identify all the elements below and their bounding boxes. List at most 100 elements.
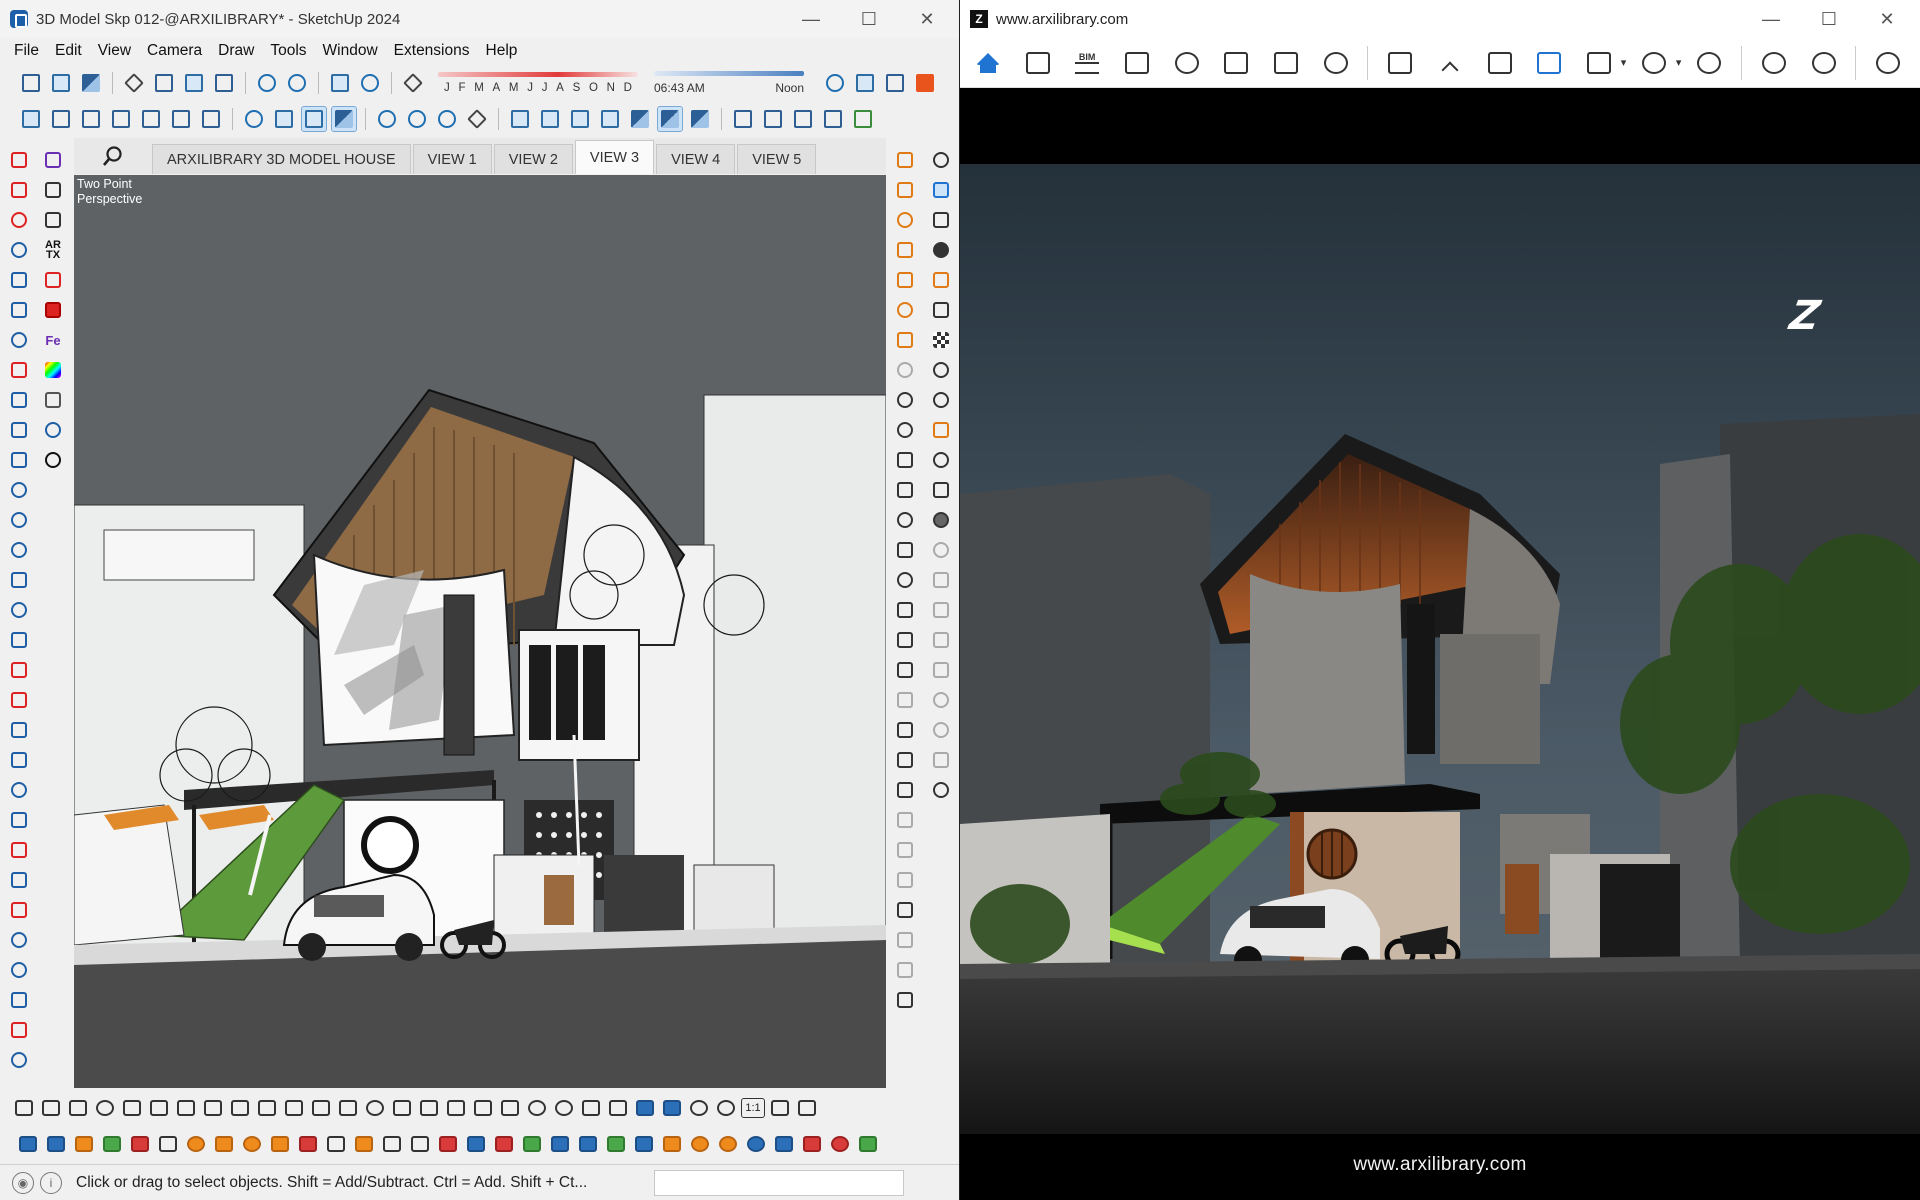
bottom-view-icon[interactable] bbox=[198, 106, 224, 132]
browser-maximize-button[interactable]: ☐ bbox=[1806, 0, 1852, 38]
color-picker-icon[interactable] bbox=[42, 358, 64, 382]
plant-icon[interactable] bbox=[228, 1096, 252, 1120]
star-move-icon[interactable] bbox=[772, 1132, 796, 1156]
leaf-dropdown-icon[interactable]: ▾ bbox=[1676, 56, 1682, 69]
back-view-icon[interactable] bbox=[138, 106, 164, 132]
list-icon[interactable] bbox=[296, 1132, 320, 1156]
scale-icon[interactable] bbox=[8, 268, 30, 292]
style-c-icon[interactable] bbox=[687, 106, 713, 132]
shadow-time-slider[interactable]: 06:43 AM Noon bbox=[654, 71, 804, 95]
x-blue-icon[interactable] bbox=[548, 1132, 572, 1156]
cloud-upload-icon[interactable] bbox=[930, 358, 952, 382]
browser-close-button[interactable]: ✕ bbox=[1864, 0, 1910, 38]
asset-editor-icon[interactable] bbox=[930, 148, 952, 172]
geo-location-icon[interactable]: ◉ bbox=[12, 1171, 34, 1194]
undo-red-icon[interactable] bbox=[828, 1132, 852, 1156]
section-box-icon[interactable] bbox=[1581, 45, 1617, 81]
vray-logo-icon[interactable] bbox=[894, 388, 916, 412]
flask-icon[interactable] bbox=[42, 418, 64, 442]
column-icon[interactable] bbox=[444, 1096, 468, 1120]
shaded-textures-icon[interactable] bbox=[567, 106, 593, 132]
red-plane-icon[interactable] bbox=[128, 1132, 152, 1156]
pie-icon[interactable] bbox=[8, 628, 30, 652]
dropdown-chevron-icon[interactable] bbox=[882, 70, 908, 96]
wave-icon[interactable] bbox=[39, 1096, 63, 1120]
gear-settings-icon[interactable] bbox=[930, 388, 952, 412]
outer-shell-icon[interactable] bbox=[8, 718, 30, 742]
scene-tab-view-2[interactable]: VIEW 2 bbox=[493, 144, 573, 174]
menu-draw[interactable]: Draw bbox=[210, 42, 262, 60]
scene-search-icon[interactable] bbox=[74, 138, 152, 174]
layers-icon[interactable] bbox=[930, 568, 952, 592]
floppy-save-as-icon[interactable] bbox=[660, 1096, 684, 1120]
sphere-grid-icon[interactable] bbox=[930, 688, 952, 712]
material-icon[interactable] bbox=[894, 418, 916, 442]
circle-icon[interactable] bbox=[8, 478, 30, 502]
building-icon[interactable] bbox=[1218, 45, 1254, 81]
shaded-icon[interactable] bbox=[537, 106, 563, 132]
account-icon[interactable] bbox=[930, 508, 952, 532]
protractor-icon[interactable] bbox=[8, 778, 30, 802]
cone-grid-icon[interactable] bbox=[632, 1132, 656, 1156]
ies-light-icon[interactable] bbox=[894, 268, 916, 292]
rug-icon[interactable] bbox=[255, 1096, 279, 1120]
image-frame-icon[interactable] bbox=[1382, 45, 1418, 81]
profile-tool-icon[interactable] bbox=[16, 1132, 40, 1156]
move-icon[interactable] bbox=[8, 688, 30, 712]
push-pull-icon[interactable] bbox=[8, 178, 30, 202]
print-icon[interactable] bbox=[327, 70, 353, 96]
component-b-icon[interactable] bbox=[760, 106, 786, 132]
curve-orange-icon[interactable] bbox=[184, 1132, 208, 1156]
rotate-orange-icon[interactable] bbox=[716, 1132, 740, 1156]
monochrome-icon[interactable] bbox=[597, 106, 623, 132]
settings-icon[interactable] bbox=[1806, 45, 1842, 81]
tool-green-icon[interactable] bbox=[856, 1132, 880, 1156]
tape-measure-icon[interactable] bbox=[8, 328, 30, 352]
help-icon[interactable] bbox=[1870, 45, 1906, 81]
eye-icon[interactable] bbox=[1756, 45, 1792, 81]
map-pin-icon[interactable] bbox=[1482, 45, 1518, 81]
bend-icon[interactable] bbox=[408, 1132, 432, 1156]
brick-icon[interactable] bbox=[42, 298, 64, 322]
floppy-save-icon[interactable] bbox=[633, 1096, 657, 1120]
menu-camera[interactable]: Camera bbox=[139, 42, 210, 60]
section-fill-icon[interactable] bbox=[434, 106, 460, 132]
component-c-icon[interactable] bbox=[790, 106, 816, 132]
surface-tool-icon[interactable] bbox=[44, 1132, 68, 1156]
checker-icon[interactable] bbox=[930, 328, 952, 352]
iso-view-icon[interactable] bbox=[18, 106, 44, 132]
merge-icon[interactable] bbox=[930, 538, 952, 562]
bottle-icon[interactable] bbox=[390, 1096, 414, 1120]
spot-light-icon[interactable] bbox=[894, 238, 916, 262]
copy-icon[interactable] bbox=[151, 70, 177, 96]
erase-icon[interactable] bbox=[211, 70, 237, 96]
document-icon[interactable] bbox=[1020, 45, 1056, 81]
browser-minimize-button[interactable]: — bbox=[1748, 0, 1794, 38]
model-info-icon[interactable] bbox=[357, 70, 383, 96]
close-button[interactable]: ✕ bbox=[904, 0, 950, 38]
paint-brush-icon[interactable] bbox=[768, 1096, 792, 1120]
measurements-box[interactable] bbox=[654, 1169, 904, 1196]
grass-icon[interactable] bbox=[120, 1096, 144, 1120]
glass-icon[interactable] bbox=[336, 1096, 360, 1120]
visibility-icon[interactable] bbox=[894, 988, 916, 1012]
section-display-icon[interactable] bbox=[464, 106, 490, 132]
cut-icon[interactable] bbox=[121, 70, 147, 96]
omni-light-icon[interactable] bbox=[894, 298, 916, 322]
menu-edit[interactable]: Edit bbox=[47, 42, 90, 60]
wood-icon[interactable] bbox=[352, 1132, 376, 1156]
teapot-cloud-icon[interactable] bbox=[894, 598, 916, 622]
extension-a-icon[interactable] bbox=[42, 148, 64, 172]
lock-render-icon[interactable] bbox=[894, 688, 916, 712]
stack-icon[interactable] bbox=[930, 748, 952, 772]
follow-me-icon[interactable] bbox=[8, 238, 30, 262]
green-plane-icon[interactable] bbox=[100, 1132, 124, 1156]
orbit-icon[interactable] bbox=[241, 106, 267, 132]
scale-ratio-icon[interactable]: 1:1 bbox=[741, 1098, 765, 1118]
section-plane-icon[interactable] bbox=[374, 106, 400, 132]
box-orange-icon[interactable] bbox=[268, 1132, 292, 1156]
box-icon[interactable] bbox=[894, 778, 916, 802]
open-file-icon[interactable] bbox=[48, 70, 74, 96]
freehand-icon[interactable] bbox=[8, 388, 30, 412]
zoom-icon[interactable] bbox=[8, 958, 30, 982]
